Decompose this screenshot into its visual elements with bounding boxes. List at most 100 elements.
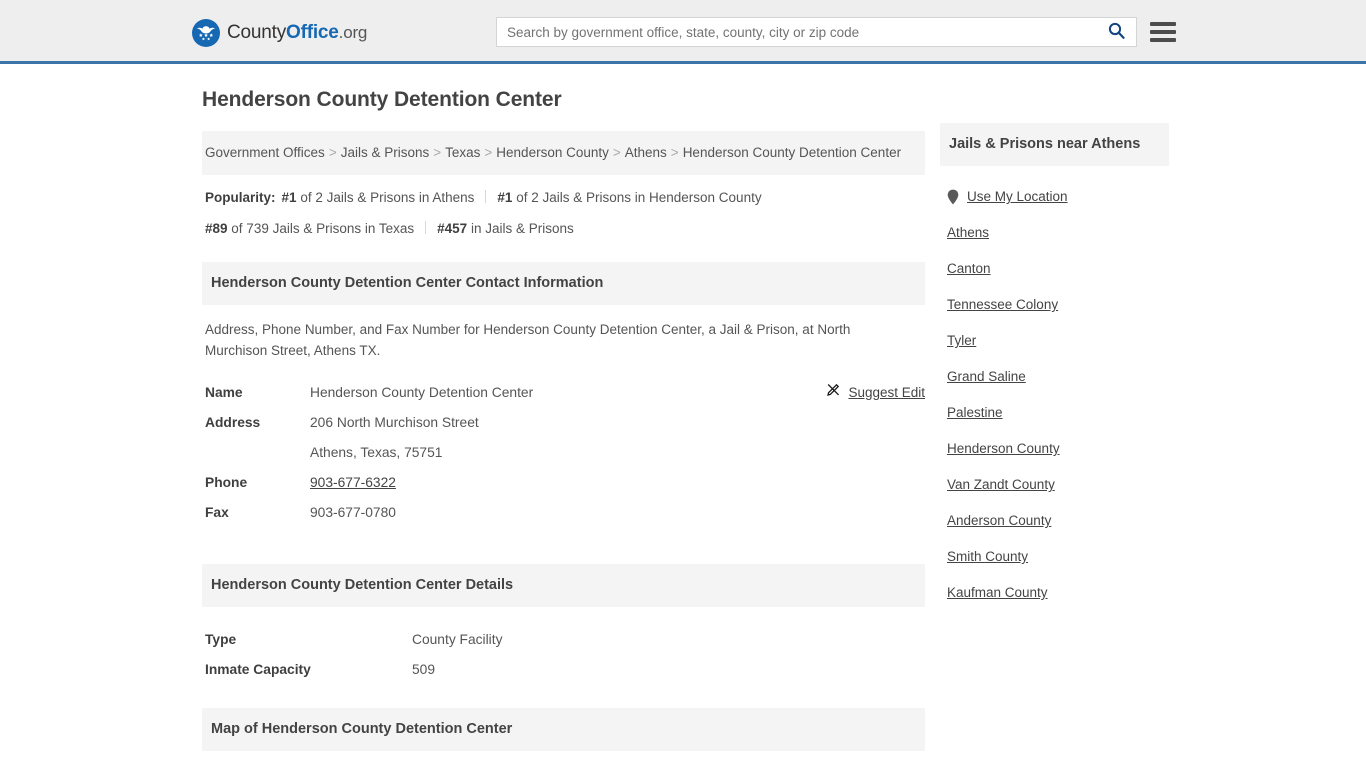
detail-value-phone: 903-677-6322 [310,468,396,498]
sidebar: Jails & Prisons near Athens Use My Locat… [940,123,1180,611]
sidebar-link[interactable]: Tennessee Colony [947,287,1058,323]
search-icon [1108,22,1125,42]
breadcrumb-item-government-offices[interactable]: Government Offices [205,145,325,160]
sidebar-item-van-zandt-county[interactable]: Van Zandt County [947,467,1180,503]
sidebar-item-anderson-county[interactable]: Anderson County [947,503,1180,539]
contact-detail-table: Suggest Edit Name Henderson County Deten… [202,378,925,528]
main-content: Henderson County Detention Center Govern… [202,88,925,768]
popularity-text: in Jails & Prisons [470,221,574,236]
sidebar-item-kaufman-county[interactable]: Kaufman County [947,575,1180,611]
breadcrumb-separator: > [670,145,679,160]
details-table: Type County Facility Inmate Capacity 509 [202,625,925,685]
logo-text-office: Office [286,22,339,43]
detail-value: Henderson County Detention Center [310,385,534,400]
map-section-text: View map of Henderson County Detention C… [202,751,925,768]
sidebar-list: Use My Location Athens Canton Tennessee … [940,166,1180,611]
details-value: 509 [412,662,436,677]
popularity-item-2: #89 of 739 Jails & Prisons in Texas [205,221,414,236]
popularity-label: Popularity: [205,190,276,205]
sidebar-link[interactable]: Kaufman County [947,575,1048,611]
breadcrumb-separator: > [612,145,621,160]
use-my-location-link[interactable]: Use My Location [967,179,1068,215]
popularity-item-0: #1 of 2 Jails & Prisons in Athens [282,190,475,205]
detail-row-fax: Fax 903-677-0780 [205,498,925,528]
search-bar[interactable] [496,17,1137,47]
sidebar-item-palestine[interactable]: Palestine [947,395,1180,431]
popularity-text: of 2 Jails & Prisons in Athens [300,190,475,205]
sidebar-link[interactable]: Canton [947,251,991,287]
page-title: Henderson County Detention Center [202,88,562,111]
logo-text-dotorg: .org [338,23,368,42]
popularity-text: of 2 Jails & Prisons in Henderson County [516,190,762,205]
detail-value: Athens, Texas, 75751 [310,445,443,460]
detail-value: 903-677-0780 [310,505,396,520]
detail-key: Name [205,385,243,400]
breadcrumb-item-athens[interactable]: Athens [625,145,667,160]
popularity-rank: #457 [437,221,468,236]
sidebar-item-athens[interactable]: Athens [947,215,1180,251]
sidebar-item-canton[interactable]: Canton [947,251,1180,287]
contact-section-heading: Henderson County Detention Center Contac… [202,262,925,305]
detail-key: Phone [205,475,248,490]
phone-link[interactable]: 903-677-6322 [310,475,396,490]
site-logo[interactable]: CountyOffice.org [192,19,367,47]
details-key: Inmate Capacity [205,662,311,677]
details-section-heading: Henderson County Detention Center Detail… [202,564,925,607]
suggest-edit-label: Suggest Edit [848,385,925,400]
hamburger-bar [1150,38,1176,42]
detail-key: Fax [205,505,229,520]
search-input[interactable] [497,18,1096,46]
sidebar-link[interactable]: Palestine [947,395,1003,431]
detail-row-address-line2: Athens, Texas, 75751 [205,438,925,468]
sidebar-link[interactable]: Van Zandt County [947,467,1055,503]
breadcrumb: Government Offices > Jails & Prisons > Texas… [202,131,925,175]
popularity-rank: #1 [281,190,297,205]
popularity-rank: #89 [205,221,228,236]
sidebar-item-tennessee-colony[interactable]: Tennessee Colony [947,287,1180,323]
sidebar-link[interactable]: Grand Saline [947,359,1026,395]
detail-row-phone: Phone 903-677-6322 [205,468,925,498]
detail-key [205,438,310,468]
sidebar-item-tyler[interactable]: Tyler [947,323,1180,359]
breadcrumb-item-current: Henderson County Detention Center [682,145,902,160]
site-header: CountyOffice.org [0,0,1366,64]
sidebar-link[interactable]: Anderson County [947,503,1051,539]
hamburger-menu-icon[interactable] [1150,20,1176,44]
details-row-type: Type County Facility [205,625,925,655]
breadcrumb-separator: > [328,145,337,160]
details-row-inmate-capacity: Inmate Capacity 509 [205,655,925,685]
breadcrumb-separator: > [433,145,442,160]
popularity-text: of 739 Jails & Prisons in Texas [231,221,415,236]
map-pin-icon [947,189,959,205]
details-value: County Facility [412,632,503,647]
eagle-seal-icon [192,19,220,47]
contact-section-description: Address, Phone Number, and Fax Number fo… [205,322,851,358]
sidebar-link[interactable]: Tyler [947,323,976,359]
details-key: Type [205,632,237,647]
sidebar-item-smith-county[interactable]: Smith County [947,539,1180,575]
detail-value: 206 North Murchison Street [310,415,479,430]
popularity-divider [425,221,427,234]
popularity-divider [485,190,487,203]
breadcrumb-separator: > [484,145,493,160]
sidebar-link[interactable]: Athens [947,215,989,251]
hamburger-bar [1150,22,1176,26]
sidebar-item-henderson-county[interactable]: Henderson County [947,431,1180,467]
popularity-rank: #1 [497,190,513,205]
suggest-edit-button[interactable]: Suggest Edit [826,378,925,408]
breadcrumb-item-henderson-county[interactable]: Henderson County [496,145,609,160]
sidebar-link[interactable]: Henderson County [947,431,1060,467]
sidebar-link[interactable]: Smith County [947,539,1028,575]
popularity-item-3: #457 in Jails & Prisons [437,221,574,236]
map-section-heading: Map of Henderson County Detention Center [202,708,925,751]
detail-row-name: Name Henderson County Detention Center [205,378,925,408]
breadcrumb-item-texas[interactable]: Texas [445,145,480,160]
detail-key: Address [205,415,261,430]
sidebar-item-grand-saline[interactable]: Grand Saline [947,359,1180,395]
search-button[interactable] [1096,18,1136,46]
breadcrumb-item-jails-prisons[interactable]: Jails & Prisons [341,145,430,160]
detail-row-address: Address 206 North Murchison Street [205,408,925,438]
pencil-edit-icon [826,378,841,408]
popularity-item-1: #1 of 2 Jails & Prisons in Henderson Cou… [497,190,761,205]
sidebar-item-use-my-location[interactable]: Use My Location [947,179,1180,215]
